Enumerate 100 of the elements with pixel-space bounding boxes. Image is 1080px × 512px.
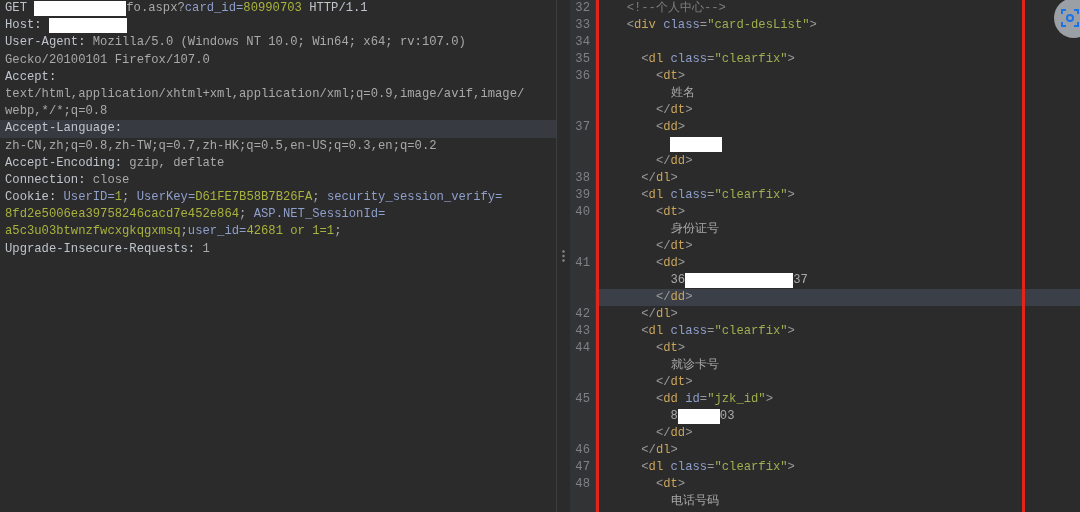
code-token: dt bbox=[663, 204, 678, 221]
line-number: 46 bbox=[575, 443, 590, 457]
code-token: < bbox=[654, 255, 664, 272]
code-token: Accept-Encoding: bbox=[5, 154, 124, 172]
code-token: dt bbox=[670, 238, 686, 255]
code-token: 身份证号 bbox=[669, 221, 719, 238]
code-token: D61FE7B58B7B26FA bbox=[195, 189, 313, 207]
code-token: = bbox=[707, 323, 715, 340]
line-number: 39 bbox=[575, 188, 590, 202]
line-number: 33 bbox=[575, 18, 590, 32]
code-token: 8fd2e5006ea39758246cacd7e452e864 bbox=[5, 206, 240, 224]
code-token: class bbox=[670, 187, 708, 204]
code-token: dd bbox=[663, 391, 679, 408]
code-token: dl bbox=[655, 442, 671, 459]
code-token: > bbox=[765, 391, 773, 408]
code-token: 80990703 bbox=[243, 0, 302, 17]
code-token: 1 bbox=[114, 189, 123, 207]
code-token: < bbox=[654, 119, 664, 136]
code-token: </ bbox=[654, 153, 671, 170]
code-token: < bbox=[640, 187, 649, 204]
code-token: </ bbox=[640, 442, 656, 459]
code-token: UserID= bbox=[63, 189, 115, 207]
code-token: div bbox=[633, 17, 657, 34]
code-token: < bbox=[654, 340, 664, 357]
code-token: class bbox=[663, 17, 700, 34]
line-number: 40 bbox=[575, 205, 590, 219]
code-token: Accept: bbox=[5, 68, 57, 86]
code-token: > bbox=[677, 68, 686, 85]
code-token: > bbox=[809, 17, 817, 34]
code-token: > bbox=[670, 442, 678, 459]
line-number: 45 bbox=[575, 392, 590, 406]
code-token: HTTP/1.1 bbox=[308, 0, 368, 17]
code-token: card_id bbox=[184, 0, 236, 17]
code-token: a5c3u03btwnzfwcxgkqgxmsq bbox=[5, 223, 181, 241]
code-token: User-Agent: bbox=[5, 34, 87, 52]
code-token: > bbox=[677, 119, 686, 136]
code-token: Connection: bbox=[5, 171, 87, 189]
code-token: Upgrade-Insecure-Requests: bbox=[5, 240, 197, 258]
code-token: dl bbox=[648, 323, 665, 340]
code-token: </ bbox=[654, 102, 671, 119]
code-token: ; bbox=[122, 189, 131, 207]
code-token: 就诊卡号 bbox=[669, 357, 719, 374]
code-token: 电话号码 bbox=[669, 493, 719, 510]
code-token: GET bbox=[5, 0, 28, 17]
code-token: > bbox=[685, 238, 693, 255]
code-token: > bbox=[670, 170, 678, 187]
code-token: dl bbox=[648, 51, 665, 68]
code-token: < bbox=[654, 391, 664, 408]
code-token: < bbox=[654, 476, 664, 493]
code-token: close bbox=[92, 171, 130, 189]
code-token: dt bbox=[663, 340, 678, 357]
code-token: > bbox=[787, 459, 795, 476]
code-token: > bbox=[787, 323, 795, 340]
code-token: dl bbox=[655, 306, 671, 323]
code-token: user_id= bbox=[187, 223, 247, 241]
code-token: < bbox=[625, 17, 634, 34]
code-token: > bbox=[685, 374, 693, 391]
code-token: = bbox=[707, 51, 715, 68]
line-number: 34 bbox=[575, 35, 590, 49]
code-token: dd bbox=[670, 289, 686, 306]
scan-icon bbox=[1060, 8, 1080, 28]
code-token: </ bbox=[654, 374, 671, 391]
code-token: ASP.NET_SessionId= bbox=[253, 206, 386, 224]
code-token: "jzk_id" bbox=[707, 391, 766, 408]
code-token: </ bbox=[654, 238, 671, 255]
code-token: > bbox=[685, 153, 693, 170]
code-token: ; bbox=[180, 223, 188, 241]
code-token: dl bbox=[655, 170, 671, 187]
line-number: 41 bbox=[575, 256, 590, 270]
code-token: class bbox=[670, 51, 708, 68]
code-token: 8 bbox=[669, 408, 678, 425]
code-token: 03 bbox=[719, 408, 735, 425]
code-token: </ bbox=[640, 306, 656, 323]
code-token: "clearfix" bbox=[714, 323, 788, 340]
code-token: 37 bbox=[793, 272, 808, 289]
line-number: 35 bbox=[575, 52, 590, 66]
line-number: 44 bbox=[575, 341, 590, 355]
code-token: "card-desList" bbox=[707, 17, 810, 34]
code-token: = bbox=[699, 17, 708, 34]
code-token: ; bbox=[239, 206, 248, 224]
code-token: > bbox=[677, 340, 686, 357]
code-token: Mozilla/5.0 (Windows NT 10.0; Win64; x64; rv:107.0) bbox=[92, 34, 466, 52]
line-number: 37 bbox=[575, 120, 590, 134]
code-token: </ bbox=[654, 289, 671, 306]
code-token: dd bbox=[663, 255, 678, 272]
line-number: 38 bbox=[575, 171, 590, 185]
code-token: 42681 or 1=1 bbox=[246, 223, 335, 241]
drag-handle-icon[interactable] bbox=[562, 250, 565, 262]
code-token: < bbox=[640, 323, 649, 340]
code-token: > bbox=[677, 255, 686, 272]
line-number: 32 bbox=[575, 1, 590, 15]
line-number: 36 bbox=[575, 69, 590, 83]
code-token: > bbox=[677, 476, 686, 493]
code-token: dt bbox=[670, 374, 686, 391]
code-token: Host: bbox=[5, 17, 43, 35]
code-token: > bbox=[685, 289, 693, 306]
code-token: = bbox=[707, 187, 715, 204]
code-token: ; bbox=[334, 223, 342, 241]
code-token: dl bbox=[648, 459, 665, 476]
code-token: > bbox=[685, 102, 693, 119]
